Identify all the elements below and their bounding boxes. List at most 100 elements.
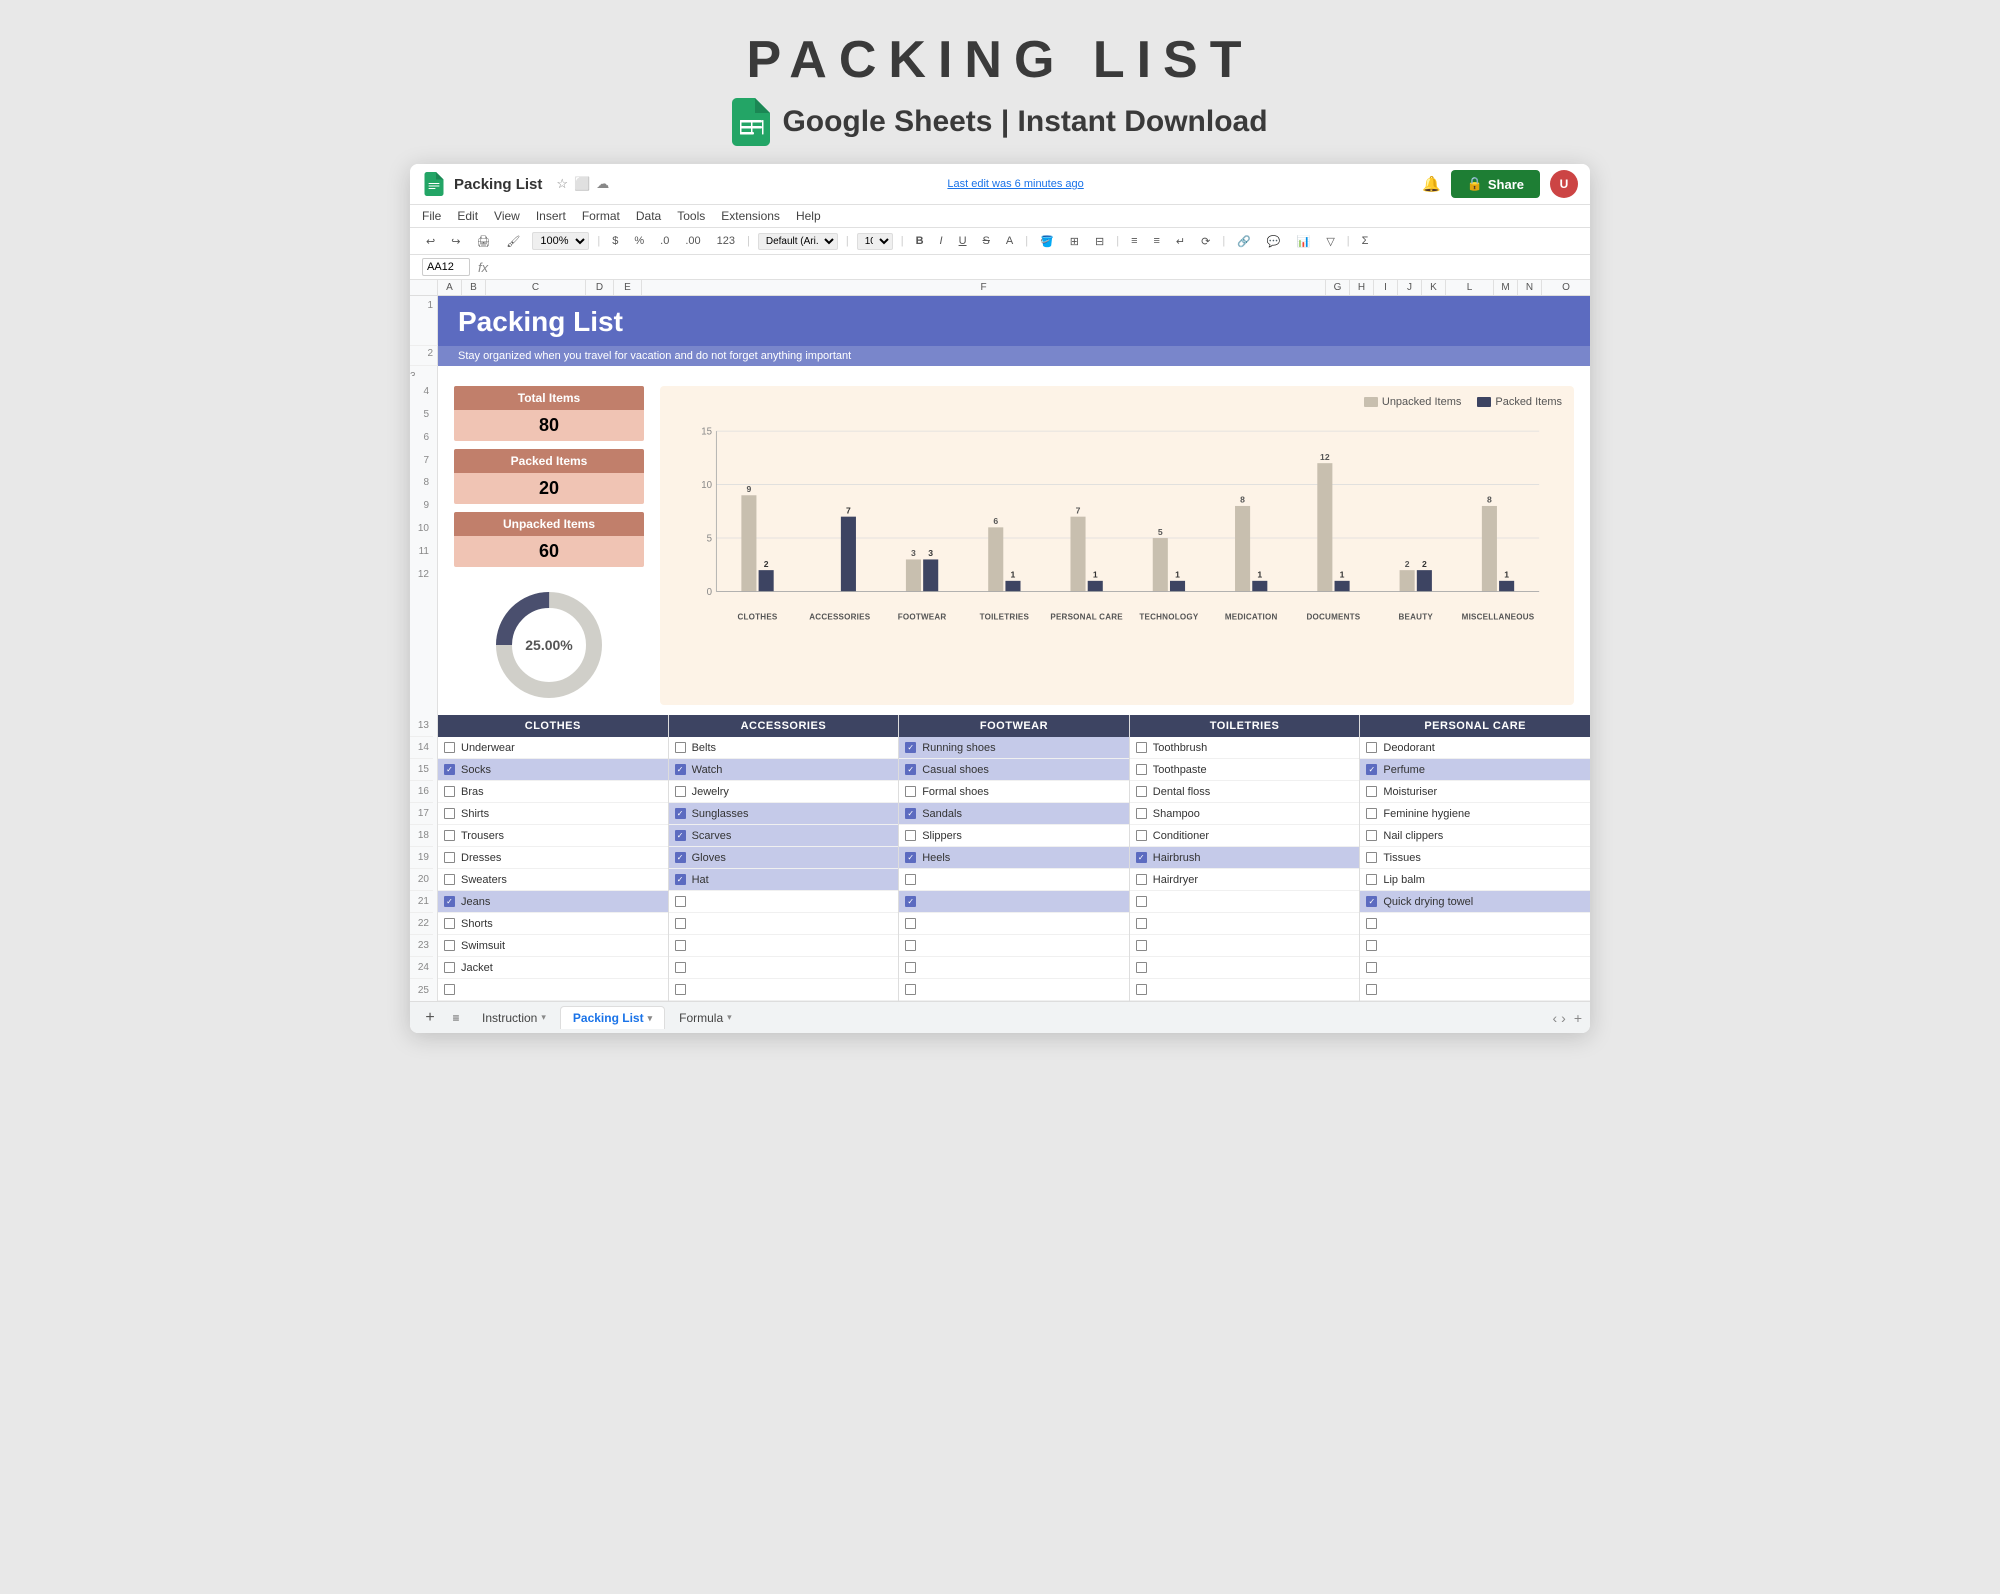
checkbox[interactable] [444, 764, 455, 775]
checkbox[interactable] [444, 984, 455, 995]
menu-file[interactable]: File [422, 207, 441, 225]
last-edit-text[interactable]: Last edit was 6 minutes ago [947, 178, 1083, 190]
checkbox[interactable] [1136, 918, 1147, 929]
checkbox[interactable] [1366, 896, 1377, 907]
menu-format[interactable]: Format [582, 207, 620, 225]
checkbox[interactable] [1136, 940, 1147, 951]
checkbox[interactable] [1366, 808, 1377, 819]
print-button[interactable]: 🖨 [472, 234, 494, 249]
scroll-left-button[interactable]: ‹ [1552, 1010, 1557, 1026]
checkbox[interactable] [1366, 742, 1377, 753]
zoom-select[interactable]: 100% [532, 232, 589, 250]
checkbox[interactable] [1136, 808, 1147, 819]
checkbox[interactable] [1136, 764, 1147, 775]
checkbox[interactable] [444, 896, 455, 907]
add-sheet-button[interactable]: + [418, 1006, 442, 1030]
checkbox[interactable] [675, 874, 686, 885]
format-123-button[interactable]: 123 [713, 234, 739, 248]
bold-button[interactable]: B [912, 234, 928, 248]
menu-data[interactable]: Data [636, 207, 661, 225]
checkbox[interactable] [444, 962, 455, 973]
checkbox[interactable] [1136, 742, 1147, 753]
align-middle-button[interactable]: ≡ [1150, 234, 1164, 248]
checkbox[interactable] [675, 742, 686, 753]
checkbox[interactable] [444, 808, 455, 819]
checkbox[interactable] [675, 896, 686, 907]
checkbox[interactable] [905, 940, 916, 951]
checkbox[interactable] [444, 940, 455, 951]
checkbox[interactable] [675, 808, 686, 819]
checkbox[interactable] [675, 940, 686, 951]
decimal-dec-button[interactable]: .0 [656, 234, 673, 248]
checkbox[interactable] [905, 962, 916, 973]
menu-edit[interactable]: Edit [457, 207, 478, 225]
menu-tools[interactable]: Tools [677, 207, 705, 225]
underline-button[interactable]: U [955, 234, 971, 248]
wrap-button[interactable]: ↵ [1172, 234, 1189, 249]
sheet-list-button[interactable]: ≡ [444, 1006, 468, 1030]
formula-input[interactable] [496, 260, 1578, 274]
cell-reference[interactable] [422, 258, 470, 276]
checkbox[interactable] [1366, 764, 1377, 775]
checkbox[interactable] [1366, 786, 1377, 797]
share-button[interactable]: 🔒 Share [1451, 170, 1540, 198]
checkbox[interactable] [675, 830, 686, 841]
checkbox[interactable] [675, 764, 686, 775]
fill-color-button[interactable]: 🪣 [1036, 234, 1058, 249]
checkbox[interactable] [1136, 786, 1147, 797]
chart-button[interactable]: 📊 [1293, 234, 1315, 249]
checkbox[interactable] [1366, 874, 1377, 885]
menu-help[interactable]: Help [796, 207, 821, 225]
checkbox[interactable] [905, 984, 916, 995]
font-size-select[interactable]: 10 [857, 233, 893, 250]
menu-view[interactable]: View [494, 207, 520, 225]
formula-button[interactable]: Σ [1358, 234, 1373, 248]
checkbox[interactable] [444, 830, 455, 841]
checkbox[interactable] [675, 852, 686, 863]
checkbox[interactable] [1136, 830, 1147, 841]
checkbox[interactable] [1136, 874, 1147, 885]
paint-format-button[interactable]: 🖌 [502, 234, 524, 249]
font-select[interactable]: Default (Ari... [758, 233, 838, 250]
checkbox[interactable] [1366, 830, 1377, 841]
align-left-button[interactable]: ≡ [1127, 234, 1141, 248]
checkbox[interactable] [444, 918, 455, 929]
text-color-button[interactable]: A [1002, 234, 1017, 248]
checkbox[interactable] [675, 962, 686, 973]
checkbox[interactable] [1136, 962, 1147, 973]
checkbox[interactable] [1366, 918, 1377, 929]
checkbox[interactable] [905, 786, 916, 797]
filter-button[interactable]: ▽ [1322, 234, 1338, 249]
decimal-inc-button[interactable]: .00 [681, 234, 704, 248]
checkbox[interactable] [905, 918, 916, 929]
checkbox[interactable] [1366, 984, 1377, 995]
checkbox[interactable] [905, 808, 916, 819]
borders-button[interactable]: ⊞ [1066, 234, 1083, 249]
tab-formula[interactable]: Formula▾ [667, 1006, 744, 1029]
checkbox[interactable] [1136, 984, 1147, 995]
italic-button[interactable]: I [936, 234, 947, 248]
checkbox[interactable] [905, 764, 916, 775]
redo-button[interactable]: ↪ [447, 234, 464, 249]
menu-extensions[interactable]: Extensions [721, 207, 780, 225]
tab-packing-list[interactable]: Packing List▾ [560, 1006, 665, 1029]
checkbox[interactable] [675, 918, 686, 929]
checkbox[interactable] [1366, 940, 1377, 951]
tab-instruction[interactable]: Instruction▾ [470, 1006, 558, 1029]
scroll-right-button[interactable]: › [1561, 1010, 1566, 1026]
checkbox[interactable] [444, 874, 455, 885]
checkbox[interactable] [1136, 896, 1147, 907]
checkbox[interactable] [675, 786, 686, 797]
checkbox[interactable] [905, 874, 916, 885]
checkbox[interactable] [1366, 852, 1377, 863]
checkbox[interactable] [1136, 852, 1147, 863]
checkbox[interactable] [444, 852, 455, 863]
link-button[interactable]: 🔗 [1233, 234, 1255, 249]
checkbox[interactable] [675, 984, 686, 995]
checkbox[interactable] [905, 852, 916, 863]
strikethrough-button[interactable]: S [979, 234, 994, 248]
comment-button[interactable]: 💬 [1263, 234, 1285, 249]
rotate-button[interactable]: ⟳ [1197, 234, 1214, 249]
add-sheet-end-button[interactable]: + [1574, 1010, 1582, 1026]
undo-button[interactable]: ↩ [422, 234, 439, 249]
